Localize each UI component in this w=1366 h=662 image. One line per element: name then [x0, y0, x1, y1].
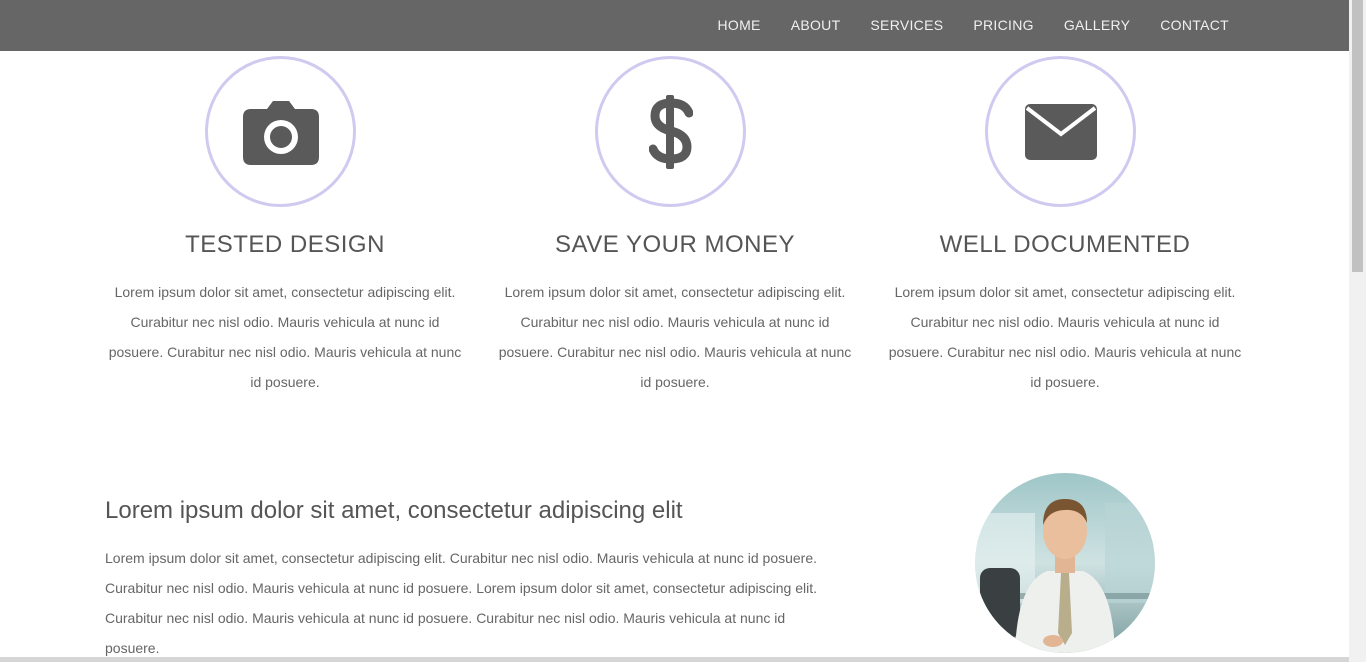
navbar: HOME ABOUT SERVICES PRICING GALLERY CONT… [0, 0, 1349, 51]
feature-icon-ring [985, 56, 1136, 207]
nav-about[interactable]: ABOUT [791, 17, 841, 33]
about-text: Lorem ipsum dolor sit amet, consectetur … [105, 550, 818, 656]
envelope-icon [1024, 103, 1097, 160]
feature-title: SAVE YOUR MONEY [555, 231, 795, 258]
feature-text: Lorem ipsum dolor sit amet, consectetur … [888, 284, 1242, 390]
nav-home[interactable]: HOME [717, 17, 760, 33]
person-photo [975, 473, 1155, 653]
feature-icon-ring [595, 56, 746, 207]
nav-menu: HOME ABOUT SERVICES PRICING GALLERY CONT… [687, 0, 1229, 51]
avatar [975, 473, 1155, 653]
dollar-icon [648, 94, 693, 169]
feature-icon-ring [205, 56, 356, 207]
feature-title: TESTED DESIGN [185, 231, 385, 258]
nav-contact[interactable]: CONTACT [1160, 17, 1229, 33]
feature-text: Lorem ipsum dolor sit amet, consectetur … [108, 284, 462, 390]
nav-pricing[interactable]: PRICING [973, 17, 1033, 33]
feature-title: WELL DOCUMENTED [939, 231, 1191, 258]
about-heading: Lorem ipsum dolor sit amet, consectetur … [105, 497, 683, 524]
page: HOME ABOUT SERVICES PRICING GALLERY CONT… [0, 0, 1366, 662]
nav-gallery[interactable]: GALLERY [1064, 17, 1130, 33]
feature-text: Lorem ipsum dolor sit amet, consectetur … [498, 284, 852, 390]
nav-services[interactable]: SERVICES [870, 17, 943, 33]
scrollbar-thumb[interactable] [1352, 0, 1363, 272]
horizontal-scroll-edge [0, 657, 1349, 662]
camera-icon [242, 100, 319, 165]
vertical-scrollbar[interactable] [1349, 0, 1366, 662]
